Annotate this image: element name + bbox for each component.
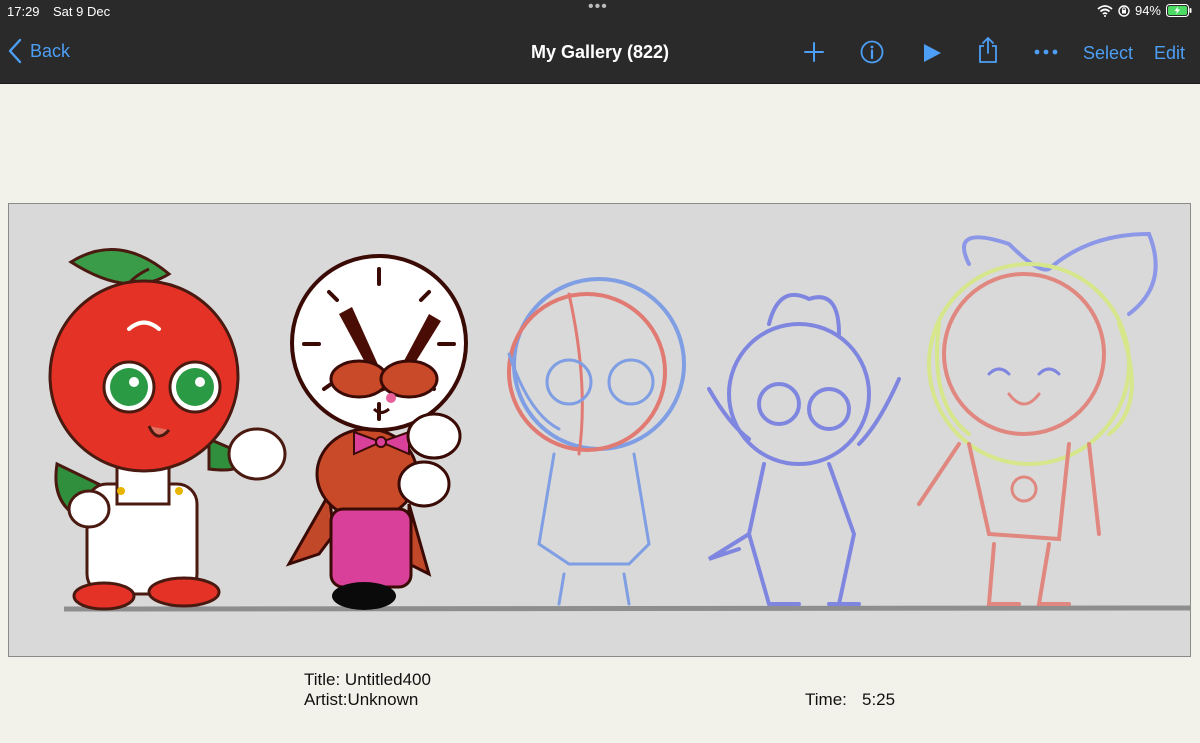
navigation-bar: Back My Gallery (822) Select Edit: [0, 24, 1200, 84]
artwork-artist: Artist:Unknown: [304, 690, 419, 709]
wifi-icon: [1097, 4, 1113, 17]
play-icon[interactable]: [922, 43, 942, 63]
artwork-title: Title: Untitled400: [304, 670, 431, 689]
battery-percentage: 94%: [1134, 3, 1161, 18]
red-green-sketch: [917, 231, 1158, 606]
add-icon[interactable]: [803, 41, 825, 63]
apple-character: [48, 248, 287, 611]
artwork-preview[interactable]: [8, 203, 1191, 657]
select-button[interactable]: Select: [1083, 43, 1133, 64]
status-bar: 17:29 Sat 9 Dec ••• 94%: [0, 0, 1200, 24]
orientation-lock-icon: [1118, 4, 1130, 17]
edit-button[interactable]: Edit: [1154, 43, 1185, 64]
back-button[interactable]: Back: [8, 38, 70, 64]
artwork-canvas: [48, 231, 1190, 612]
clock-character: [285, 254, 468, 610]
battery-charging-icon: [1166, 4, 1192, 17]
time-value: 5:25: [862, 690, 896, 709]
time-label: Time:: [805, 690, 847, 709]
info-icon[interactable]: [860, 40, 884, 64]
blue-sketch-1: [507, 277, 686, 606]
more-icon[interactable]: [1034, 49, 1058, 55]
blue-sketch-2: [707, 293, 901, 606]
ground-line: [63, 605, 1190, 612]
multitasking-dots-icon[interactable]: •••: [588, 0, 608, 16]
status-date: Sat 9 Dec: [53, 4, 111, 19]
share-icon[interactable]: [977, 36, 999, 64]
status-time: 17:29: [7, 4, 40, 19]
back-label: Back: [30, 40, 71, 61]
chevron-left-icon: [8, 38, 22, 64]
status-indicators: 94%: [1097, 3, 1192, 18]
page-title: My Gallery (822): [530, 42, 670, 62]
